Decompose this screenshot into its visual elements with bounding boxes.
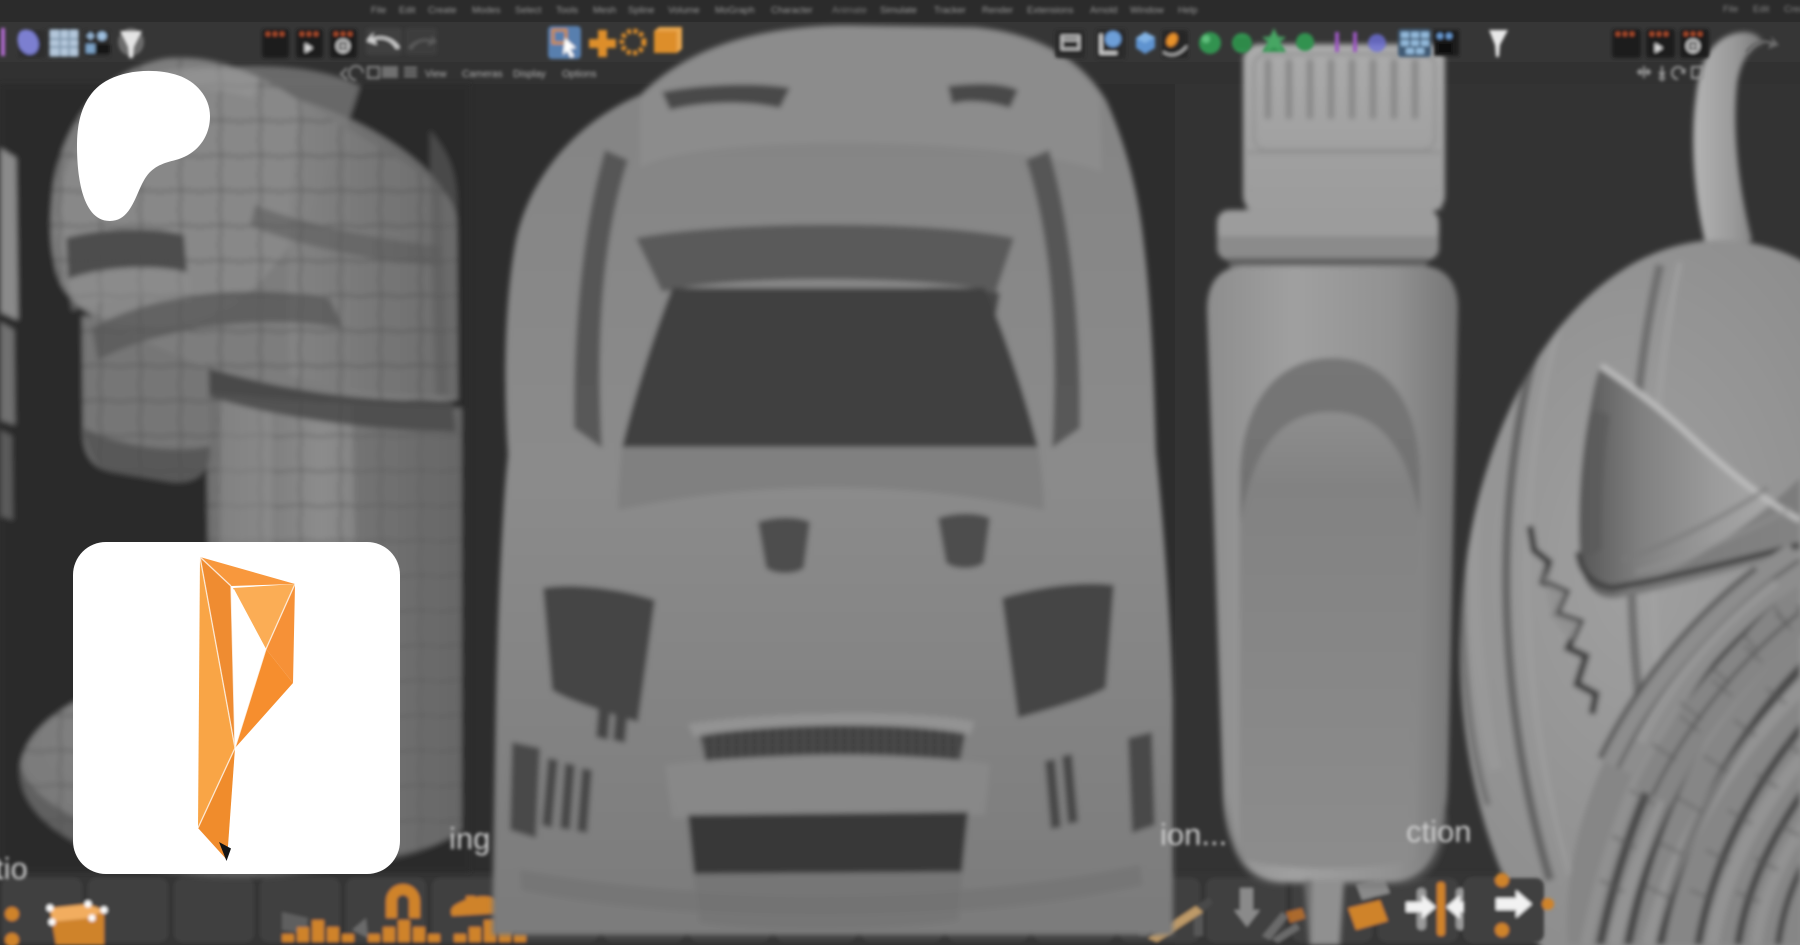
svg-text:Arnold: Arnold — [1090, 5, 1117, 16]
svg-text:Spline: Spline — [628, 5, 654, 16]
svg-text:ing: ing — [449, 821, 490, 856]
svg-text:Crea: Crea — [1784, 4, 1800, 15]
svg-text:File: File — [1723, 4, 1738, 15]
svg-text:Tools: Tools — [556, 5, 578, 16]
svg-text:Mesh: Mesh — [593, 5, 616, 16]
svg-text:Volume: Volume — [668, 5, 700, 16]
svg-text:Edit: Edit — [399, 5, 416, 16]
svg-text:Cameras: Cameras — [462, 69, 503, 80]
svg-text:Select: Select — [515, 5, 542, 16]
svg-text:File: File — [371, 5, 386, 16]
svg-text:View: View — [425, 69, 447, 80]
svg-text:Window: Window — [1130, 5, 1164, 16]
svg-text:Extensions: Extensions — [1027, 5, 1074, 16]
svg-text:Help: Help — [1178, 5, 1198, 16]
svg-text:ion...: ion... — [1160, 817, 1227, 852]
svg-text:MoGraph: MoGraph — [715, 5, 755, 16]
svg-text:Render: Render — [982, 5, 1013, 16]
svg-text:Tracker: Tracker — [934, 5, 966, 16]
svg-text:Options: Options — [562, 69, 596, 80]
svg-text:Create: Create — [428, 5, 457, 16]
svg-text:Modes: Modes — [472, 5, 501, 16]
svg-text:Animate: Animate — [832, 5, 867, 16]
svg-text:Display: Display — [513, 69, 546, 80]
svg-text:Character: Character — [771, 5, 813, 16]
svg-text:Edit: Edit — [1753, 4, 1770, 15]
svg-text:tio: tio — [0, 851, 28, 886]
svg-text:Simulate: Simulate — [880, 5, 917, 16]
svg-text:ction: ction — [1406, 814, 1471, 849]
